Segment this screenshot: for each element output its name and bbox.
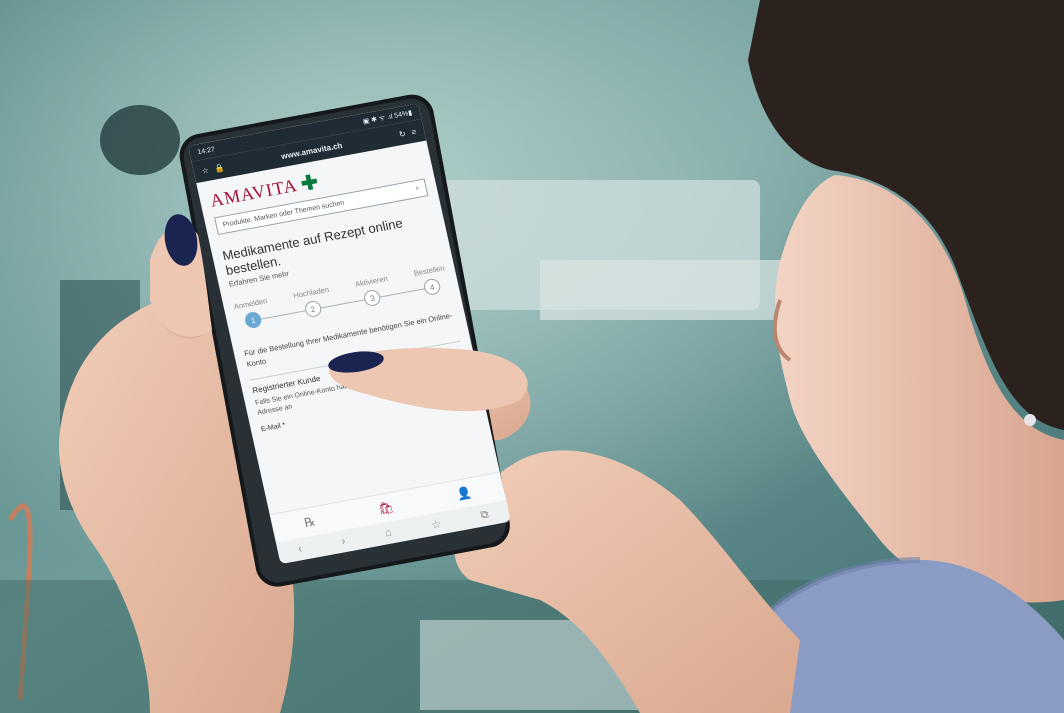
step-dot-3[interactable]: 3 [362,288,383,308]
favorite-icon[interactable]: ☆ [430,517,442,532]
step-dot-4[interactable]: 4 [422,277,442,297]
background-photo [0,0,1064,713]
step-label-3: Aktivieren [354,273,389,289]
shopping-bag-icon[interactable]: 🛍 [377,500,395,516]
star-icon[interactable]: ☆ [201,165,210,175]
search-icon[interactable]: ⌕ [415,185,421,194]
account-icon[interactable]: 👤 [455,485,473,501]
tabs-icon[interactable]: ⧉ [479,508,490,522]
status-time: 14:27 [196,145,216,156]
forward-icon[interactable]: › [340,535,346,547]
lock-icon: 🔒 [213,162,226,173]
step-dot-2[interactable]: 2 [303,299,323,319]
step-label-4: Bestellen [412,263,446,278]
prescription-icon[interactable]: ℞ [303,514,317,530]
green-cross-icon: ✚ [298,170,321,196]
reload-icon[interactable]: ↻ [398,129,407,139]
menu-icon[interactable]: ≡ [410,127,417,137]
photo-scene: 14:27 ▣ ✱ ᯤ .ıl 54%▮ ☆ 🔒 www.amavita.ch … [0,0,1064,713]
back-icon[interactable]: ‹ [297,543,303,555]
home-icon[interactable]: ⌂ [384,527,393,540]
step-dot-1[interactable]: 1 [243,310,263,330]
